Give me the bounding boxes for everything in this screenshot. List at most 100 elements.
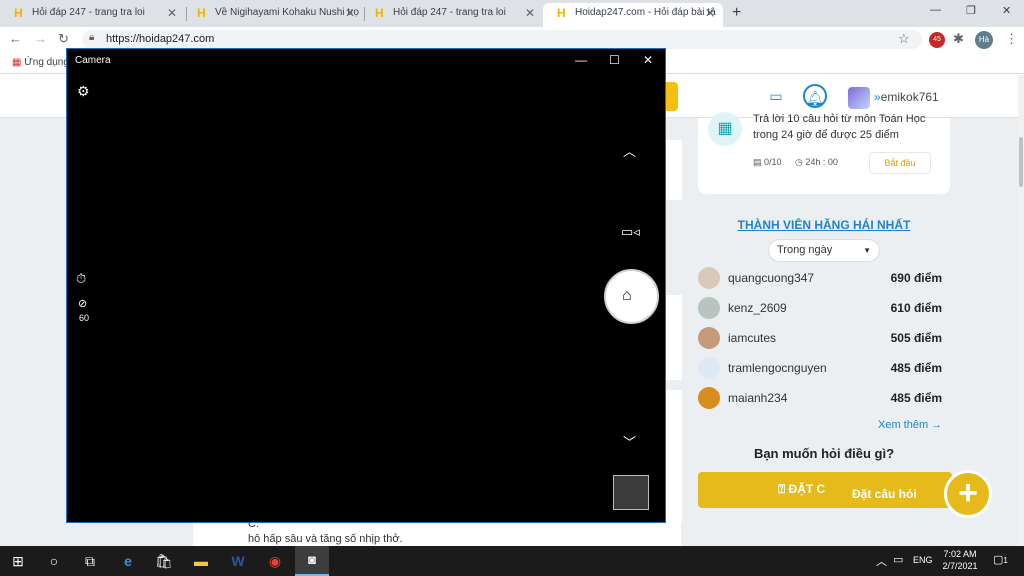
plus-icon[interactable]: + bbox=[944, 470, 992, 518]
left-card-edge bbox=[666, 140, 682, 200]
network-icon[interactable]: ▭ bbox=[893, 553, 903, 566]
avatar[interactable] bbox=[848, 87, 870, 109]
member-name[interactable]: kenz_2609 bbox=[728, 301, 787, 315]
member-avatar bbox=[698, 357, 720, 379]
windows-start-icon[interactable]: ⊞ bbox=[0, 546, 36, 576]
notification-count: 1 bbox=[1003, 556, 1008, 565]
profile-avatar[interactable]: Hà bbox=[975, 31, 993, 49]
store-icon[interactable]: 🛍︎ bbox=[146, 546, 182, 576]
answer-text: hô hấp sâu và tăng số nhịp thở. bbox=[248, 533, 403, 545]
challenge-text: Trả lời 10 câu hỏi từ môn Toán Học trong… bbox=[753, 113, 926, 141]
member-avatar bbox=[698, 387, 720, 409]
ask-button-label: ⍰ ĐẶT C bbox=[778, 482, 825, 497]
extensions-puzzle-icon[interactable]: ✱ bbox=[953, 31, 964, 47]
tab-1[interactable]: H Hỏi đáp 247 - trang tra loi ✕ bbox=[0, 3, 185, 27]
notifications-icon[interactable]: ▢1 bbox=[993, 553, 1008, 566]
close-window-icon[interactable]: ✕ bbox=[1002, 4, 1011, 17]
chrome-icon[interactable]: ◉ bbox=[257, 546, 293, 576]
header-yellow-button[interactable] bbox=[664, 82, 678, 111]
close-tab-icon[interactable]: ✕ bbox=[167, 3, 177, 23]
apps-label: Ứng dụng bbox=[24, 57, 69, 68]
member-row[interactable]: tramlengocnguyen 485 điểm bbox=[698, 357, 948, 379]
camera-close-icon[interactable]: ✕ bbox=[643, 53, 653, 67]
challenge-progress: ▤ 0/10 bbox=[753, 157, 782, 168]
member-row[interactable]: kenz_2609 610 điểm bbox=[698, 297, 948, 319]
url-text[interactable]: https://hoidap247.com bbox=[106, 33, 214, 45]
take-photo-button[interactable]: ⌂ bbox=[604, 269, 659, 324]
ask-button-text: ĐẶT C bbox=[788, 482, 826, 496]
caret-down-icon: ▼ bbox=[863, 246, 871, 255]
member-name[interactable]: tramlengocnguyen bbox=[728, 361, 827, 375]
restore-icon[interactable]: ❐ bbox=[966, 4, 976, 17]
forward-icon[interactable]: → bbox=[34, 31, 47, 46]
tray-chevron-up-icon[interactable]: ︿ bbox=[876, 553, 887, 569]
file-explorer-icon[interactable]: ▬ bbox=[183, 546, 219, 576]
member-points: 610 điểm bbox=[890, 301, 942, 315]
period-select[interactable]: Trong ngày ▼ bbox=[768, 239, 880, 262]
back-icon[interactable]: ← bbox=[9, 31, 22, 46]
ask-title: Bạn muốn hỏi điều gì? bbox=[753, 446, 895, 461]
scrollbar-thumb[interactable] bbox=[1019, 137, 1023, 187]
time-text: 24h : 00 bbox=[805, 157, 838, 167]
member-row[interactable]: iamcutes 505 điểm bbox=[698, 327, 948, 349]
see-more-link[interactable]: Xem thêm → bbox=[878, 419, 942, 431]
apps-grid-icon: ▦ bbox=[12, 57, 22, 68]
close-tab-icon[interactable]: ✕ bbox=[705, 3, 715, 23]
site-favicon-icon: H bbox=[197, 6, 206, 20]
chevron-up-icon[interactable]: ︿ bbox=[623, 141, 636, 160]
tab-title: Về Nigihayami Kohaku Nushi trọ bbox=[215, 7, 359, 18]
task-view-icon[interactable]: ⧉ bbox=[72, 546, 108, 576]
chevron-down-icon: » bbox=[874, 90, 881, 104]
start-challenge-button[interactable]: Bắt đầu bbox=[869, 152, 931, 174]
timer-icon[interactable]: ⏱ bbox=[76, 271, 86, 287]
last-photo-thumbnail[interactable] bbox=[613, 475, 649, 510]
close-tab-icon[interactable]: ✕ bbox=[345, 3, 355, 23]
camera-maximize-icon[interactable]: ☐ bbox=[609, 53, 620, 67]
lock-icon[interactable]: 🔒︎ bbox=[89, 32, 94, 43]
minimize-icon[interactable]: — bbox=[930, 4, 941, 16]
search-icon[interactable]: ○ bbox=[36, 546, 72, 576]
menu-kebab-icon[interactable]: ⋮ bbox=[1005, 31, 1018, 47]
camera-icon: ⌂ bbox=[622, 287, 632, 304]
apps-bookmark[interactable]: ▦ Ứng dụng bbox=[12, 57, 69, 68]
member-points: 690 điểm bbox=[890, 271, 942, 285]
tab-3[interactable]: H Hỏi đáp 247 - trang tra loi ✕ bbox=[361, 3, 543, 27]
username[interactable]: »emikok761 bbox=[874, 90, 939, 104]
chevron-down-icon[interactable]: ﹀ bbox=[623, 432, 636, 451]
camera-app-taskbar-button[interactable]: ◙ bbox=[295, 546, 329, 576]
close-tab-icon[interactable]: ✕ bbox=[525, 3, 535, 23]
site-favicon-icon: H bbox=[375, 6, 384, 20]
tab-2[interactable]: H Về Nigihayami Kohaku Nushi trọ ✕ bbox=[183, 3, 363, 27]
clock[interactable]: 7:02 AM 2/7/2021 bbox=[938, 548, 982, 572]
member-name[interactable]: iamcutes bbox=[728, 331, 776, 345]
left-card-edge bbox=[666, 390, 682, 522]
member-avatar bbox=[698, 267, 720, 289]
members-title[interactable]: THÀNH VIÊN HĂNG HÁI NHẤT bbox=[698, 218, 950, 232]
camera-title: Camera bbox=[75, 55, 111, 66]
member-name[interactable]: quangcuong347 bbox=[728, 271, 814, 285]
member-name[interactable]: maianh234 bbox=[728, 391, 787, 405]
reload-icon[interactable]: ↻ bbox=[58, 31, 69, 47]
hdr-icon[interactable]: ⊘ bbox=[78, 297, 87, 310]
site-favicon-icon: H bbox=[14, 6, 23, 20]
edge-icon[interactable]: e bbox=[110, 546, 146, 576]
new-tab-button[interactable]: + bbox=[732, 4, 741, 22]
tab-4-active[interactable]: H Hoidap247.com - Hỏi đáp bài tậ ✕ bbox=[543, 3, 723, 27]
camera-minimize-icon[interactable]: — bbox=[575, 53, 587, 67]
extension-badge-icon[interactable]: 45 bbox=[929, 32, 945, 48]
left-card-edge bbox=[666, 295, 682, 380]
member-row[interactable]: quangcuong347 690 điểm bbox=[698, 267, 948, 289]
profile-initials: Hà bbox=[978, 35, 990, 44]
language-indicator[interactable]: ENG bbox=[913, 555, 933, 565]
document-icon: ▤ bbox=[753, 157, 762, 167]
bookmark-star-icon[interactable]: ☆ bbox=[898, 31, 910, 47]
word-icon[interactable]: W bbox=[220, 546, 256, 576]
tab-title: Hỏi đáp 247 - trang tra loi bbox=[393, 7, 506, 18]
chat-icon[interactable]: ▭ bbox=[764, 84, 788, 108]
camera-window bbox=[66, 48, 666, 523]
member-row[interactable]: maianh234 485 điểm bbox=[698, 387, 948, 409]
tab-title: Hỏi đáp 247 - trang tra loi bbox=[32, 7, 145, 18]
video-mode-icon[interactable]: ▭◃ bbox=[621, 224, 640, 240]
bell-icon[interactable]: 🔔︎ bbox=[803, 84, 827, 108]
settings-gear-icon[interactable]: ⚙ bbox=[77, 83, 90, 100]
